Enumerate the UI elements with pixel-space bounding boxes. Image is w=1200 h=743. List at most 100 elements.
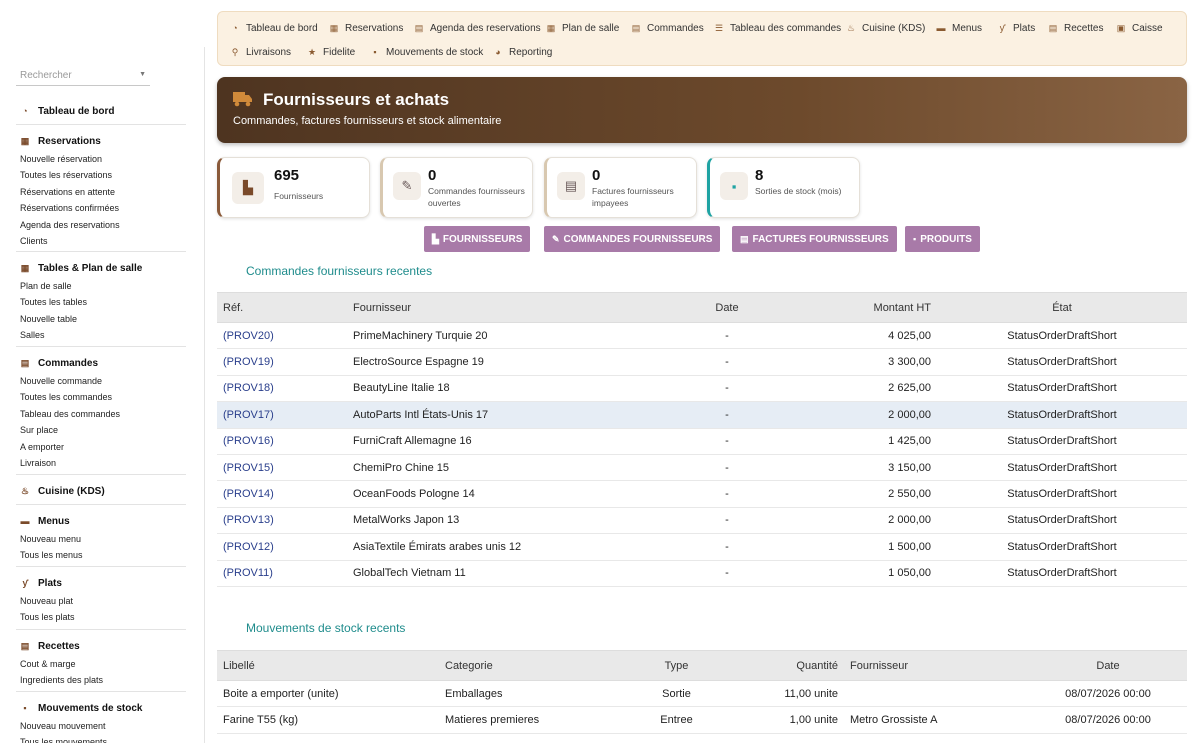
calendar-icon: ▦ xyxy=(20,135,30,146)
table-cell: StatusOrderDraftShort xyxy=(1007,540,1117,553)
sidebar-item-list: Nouveau mouvement Tous les mouvements xyxy=(16,718,186,743)
nav-item[interactable]: ▦ Reservations xyxy=(329,21,404,35)
table-row[interactable]: (PROV14) OceanFoods Pologne 14 - 2 550,00 St… xyxy=(217,481,1187,508)
table-row[interactable]: Farine T55 (kg) Matieres premieres Entree 1… xyxy=(217,707,1187,734)
nav-item[interactable]: ▪ Mouvements de stock xyxy=(370,45,483,59)
kpi-card[interactable]: ▤ 0 Factures fournisseurs impayees xyxy=(544,157,697,218)
order-ref-link[interactable]: (PROV16) xyxy=(217,428,347,454)
table-row[interactable]: (PROV19) ElectroSource Espagne 19 - 3 300,0… xyxy=(217,349,1187,376)
top-navigation: ◔ Tableau de bord ▦ Reservations ▤ Agenda des… xyxy=(217,11,1187,66)
order-ref-link[interactable]: (PROV20) xyxy=(217,323,347,349)
nav-item[interactable]: ◔ Tableau de bord xyxy=(230,21,318,35)
sidebar-item[interactable]: Salles xyxy=(16,327,186,343)
column-header[interactable]: Réf. xyxy=(217,292,347,323)
sidebar-item[interactable]: Toutes les commandes xyxy=(16,389,186,405)
nav-button[interactable]: ▪ PRODUITS xyxy=(905,226,980,252)
column-header[interactable]: Fournisseur xyxy=(844,650,1029,681)
sidebar-item[interactable]: Livraison xyxy=(16,455,186,471)
nav-button[interactable]: ▙ FOURNISSEURS xyxy=(424,226,531,252)
order-ref-link[interactable]: (PROV14) xyxy=(217,481,347,507)
sidebar-group-title[interactable]: ▦ Tables & Plan de salle xyxy=(16,260,186,276)
nav-button[interactable]: ✎ COMMANDES FOURNISSEURS xyxy=(544,226,721,252)
table-row[interactable]: (PROV20) PrimeMachinery Turquie 20 - 4 025,… xyxy=(217,323,1187,349)
sidebar-item[interactable]: Tous les menus xyxy=(16,547,186,563)
kpi-card[interactable]: ▙ 695 Fournisseurs xyxy=(217,157,370,218)
nav-item[interactable]: ▤ Commandes xyxy=(631,21,704,35)
sidebar-item[interactable]: Tous les plats xyxy=(16,609,186,625)
table-row[interactable]: (PROV18) BeautyLine Italie 18 - 2 625,00 Sta… xyxy=(217,375,1187,402)
nav-item[interactable]: ▬ Menus xyxy=(936,21,983,35)
nav-item[interactable]: ▤ Agenda des reservations xyxy=(414,21,541,35)
sidebar-item[interactable]: Nouvelle réservation xyxy=(16,151,186,167)
sidebar-item[interactable]: A emporter xyxy=(16,439,186,455)
nav-item[interactable]: ▤ Recettes xyxy=(1048,21,1104,35)
sidebar-item[interactable]: Clients xyxy=(16,233,186,249)
sidebar-group-title[interactable]: ▬ Menus xyxy=(16,513,186,529)
order-ref-link[interactable]: (PROV11) xyxy=(217,560,347,586)
sidebar-item[interactable]: Toutes les réservations xyxy=(16,167,186,183)
column-header[interactable]: Libellé xyxy=(217,650,439,681)
sidebar-group-title[interactable]: ▤ Recettes xyxy=(16,638,186,654)
nav-button[interactable]: ▤ FACTURES FOURNISSEURS xyxy=(732,226,897,252)
sidebar-group-label: Plats xyxy=(38,577,62,589)
order-ref-link[interactable]: (PROV15) xyxy=(217,454,347,480)
nav-item[interactable]: ★ Fidelite xyxy=(307,45,355,59)
table-row[interactable]: (PROV15) ChemiPro Chine 15 - 3 150,00 Status… xyxy=(217,454,1187,481)
sidebar-group-title[interactable]: ▦ Reservations xyxy=(16,133,186,149)
table-row[interactable]: (PROV11) GlobalTech Vietnam 11 - 1 050,00 St… xyxy=(217,560,1187,587)
nav-item[interactable]: ♨ Cuisine (KDS) xyxy=(846,21,925,35)
nav-item[interactable]: ƴ Plats xyxy=(997,21,1035,35)
nav-item[interactable]: ⚲ Livraisons xyxy=(230,45,291,59)
sidebar-item[interactable]: Tous les mouvements xyxy=(16,734,186,743)
nav-item[interactable]: ☰ Tableau des commandes xyxy=(714,21,841,35)
sidebar-item[interactable]: Cout & marge xyxy=(16,656,186,672)
column-header[interactable]: Categorie xyxy=(439,650,634,681)
table-row[interactable]: (PROV13) MetalWorks Japon 13 - 2 000,00 Stat… xyxy=(217,507,1187,534)
kpi-label: Factures fournisseurs impayees xyxy=(592,186,674,208)
sidebar-item[interactable]: Nouveau mouvement xyxy=(16,718,186,734)
table-row[interactable]: (PROV12) AsiaTextile Émirats arabes unis … xyxy=(217,534,1187,561)
chevron-down-icon[interactable]: ▼ xyxy=(139,71,146,78)
column-header[interactable]: État xyxy=(937,292,1187,323)
sidebar-item[interactable]: Agenda des reservations xyxy=(16,217,186,233)
nav-item[interactable]: ▣ Caisse xyxy=(1116,21,1163,35)
order-ref-link[interactable]: (PROV18) xyxy=(217,375,347,401)
column-header[interactable]: Date xyxy=(677,292,777,323)
nav-item-label: Tableau de bord xyxy=(246,22,318,34)
nav-item[interactable]: ◕ Reporting xyxy=(493,45,552,59)
sidebar-group-title[interactable]: ƴ Plats xyxy=(16,575,186,591)
sidebar-item[interactable]: Nouvelle table xyxy=(16,311,186,327)
column-header[interactable]: Type xyxy=(634,650,719,681)
sidebar-item[interactable]: Toutes les tables xyxy=(16,294,186,310)
column-header[interactable]: Date xyxy=(1029,650,1187,681)
nav-item[interactable]: ▦ Plan de salle xyxy=(546,21,620,35)
sidebar-item[interactable]: Réservations en attente xyxy=(16,184,186,200)
sidebar-group-title[interactable]: ▪ Mouvements de stock xyxy=(16,700,186,716)
order-ref-link[interactable]: (PROV17) xyxy=(217,402,347,428)
grid-icon: ▦ xyxy=(546,22,556,33)
sidebar-item[interactable]: Nouveau menu xyxy=(16,531,186,547)
sidebar-group-title[interactable]: ▤ Commandes xyxy=(16,355,186,371)
sidebar-group-title[interactable]: ◔ Tableau de bord xyxy=(16,103,186,119)
sidebar-item[interactable]: Sur place xyxy=(16,422,186,438)
order-ref-link[interactable]: (PROV12) xyxy=(217,534,347,560)
sidebar-item[interactable]: Nouveau plat xyxy=(16,593,186,609)
order-ref-link[interactable]: (PROV13) xyxy=(217,507,347,533)
kpi-card[interactable]: ▪ 8 Sorties de stock (mois) xyxy=(707,157,860,218)
table-cell: AutoParts Intl États-Unis 17 xyxy=(353,408,489,421)
table-row[interactable]: (PROV16) FurniCraft Allemagne 16 - 1 425,00… xyxy=(217,428,1187,455)
sidebar-item[interactable]: Nouvelle commande xyxy=(16,373,186,389)
sidebar-item[interactable]: Réservations confirmées xyxy=(16,200,186,216)
sidebar-item[interactable]: Ingredients des plats xyxy=(16,672,186,688)
table-row[interactable]: (PROV17) AutoParts Intl États-Unis 17 - 2 0… xyxy=(217,401,1187,429)
order-ref-link[interactable]: (PROV19) xyxy=(217,349,347,375)
search-input[interactable]: Rechercher ▼ xyxy=(16,66,150,86)
table-row[interactable]: Boite a emporter (unite) Emballages Sortie… xyxy=(217,681,1187,707)
sidebar-group-title[interactable]: ♨ Cuisine (KDS) xyxy=(16,483,186,499)
column-header[interactable]: Fournisseur xyxy=(347,292,677,323)
sidebar-item[interactable]: Tableau des commandes xyxy=(16,406,186,422)
column-header[interactable]: Montant HT xyxy=(777,292,937,323)
column-header[interactable]: Quantité xyxy=(719,650,844,681)
kpi-card[interactable]: ✎ 0 Commandes fournisseurs ouvertes xyxy=(380,157,533,218)
sidebar-item[interactable]: Plan de salle xyxy=(16,278,186,294)
